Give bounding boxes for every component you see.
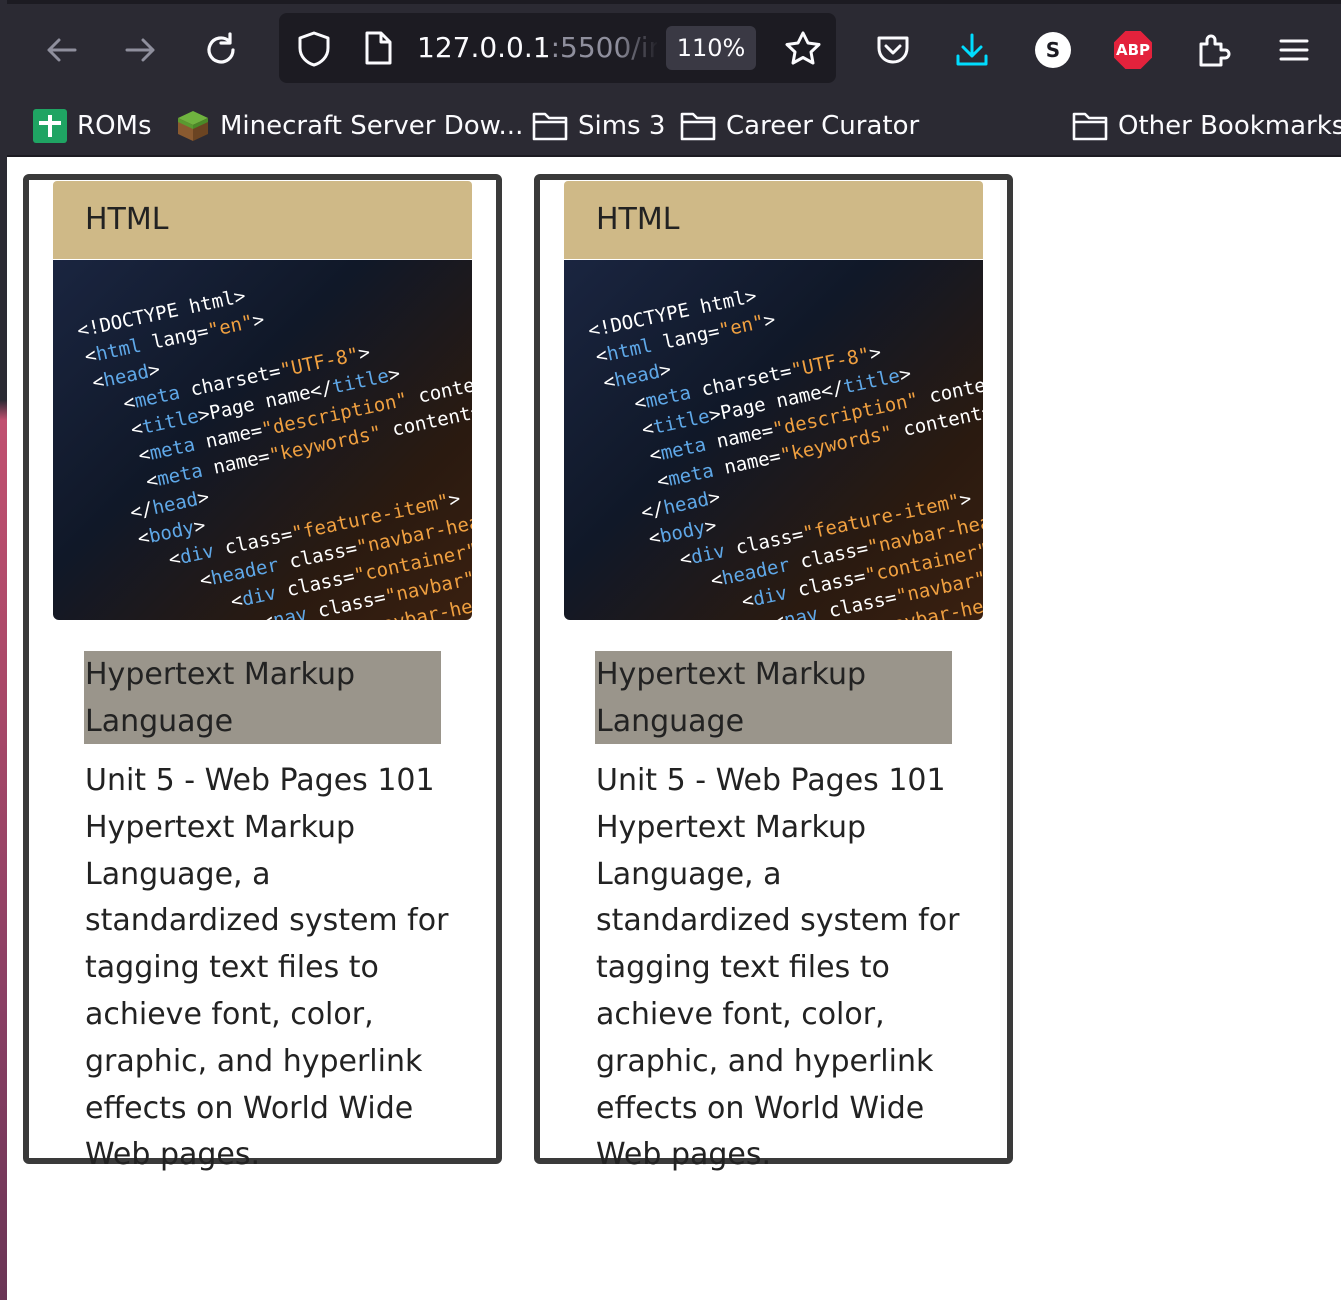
zoom-level-button[interactable]: 110%: [666, 26, 756, 70]
bookmark-label: Sims 3: [578, 111, 666, 141]
html-code-image: <!DOCTYPE html> <html lang="en"> <head> <me…: [53, 260, 472, 620]
bookmarks-toolbar: ROMs Minecraft Server Dow... Sims 3 Care…: [7, 98, 1341, 157]
code-lines: <!DOCTYPE html><html lang="en"><head><me…: [75, 285, 472, 620]
card-header-title: HTML: [596, 202, 680, 237]
back-arrow-icon: [47, 38, 77, 62]
bookmark-label: ROMs: [77, 111, 152, 141]
bookmark-folder-career-curator[interactable]: Career Curator: [680, 106, 919, 146]
card-description: Hypertext Markup Language, a standardize…: [85, 809, 449, 1173]
forward-button[interactable]: [117, 26, 165, 74]
bookmark-label: Minecraft Server Dow...: [220, 111, 524, 141]
bookmark-label: Career Curator: [726, 111, 920, 141]
card-subtitle: Hypertext Markup Language: [84, 651, 441, 744]
adblock-plus-button[interactable]: ABP: [1107, 24, 1159, 76]
green-plus-icon: [33, 109, 67, 143]
folder-icon: [1072, 110, 1108, 142]
html-card: HTML <!DOCTYPE html> <html lang="en"> <hea…: [23, 174, 502, 1172]
pocket-icon: [877, 36, 909, 64]
pocket-button[interactable]: [867, 24, 919, 76]
account-avatar: S: [1035, 32, 1071, 68]
folder-icon: [680, 110, 716, 142]
bookmark-folder-other-bookmarks[interactable]: Other Bookmarks: [1072, 106, 1341, 146]
bookmark-roms[interactable]: ROMs: [33, 106, 152, 146]
url-host: 127.0.0.1: [417, 31, 551, 64]
html-code-image: <!DOCTYPE html> <html lang="en"> <head> <me…: [564, 260, 983, 620]
card-header-title: HTML: [85, 202, 169, 237]
back-button[interactable]: [37, 26, 85, 74]
bookmark-label: Other Bookmarks: [1118, 111, 1341, 141]
menu-button[interactable]: [1268, 24, 1320, 76]
extensions-button[interactable]: [1188, 24, 1240, 76]
puzzle-piece-icon: [1199, 34, 1231, 67]
account-button[interactable]: S: [1027, 24, 1079, 76]
page-info-icon[interactable]: [363, 30, 393, 70]
bookmark-minecraft-server[interactable]: Minecraft Server Dow...: [176, 106, 523, 146]
bookmark-star-icon[interactable]: [784, 30, 822, 70]
card-header: HTML: [564, 181, 983, 259]
download-icon: [956, 33, 988, 66]
reload-icon: [207, 32, 235, 64]
code-snippet-picture: <!DOCTYPE html><html lang="en"><head><me…: [586, 285, 983, 620]
address-bar[interactable]: 127.0.0.1:5500/in 110%: [279, 13, 836, 83]
code-snippet-picture: <!DOCTYPE html><html lang="en"><head><me…: [75, 285, 472, 620]
card-header: HTML: [53, 181, 472, 259]
desktop-edge: [0, 0, 7, 1300]
code-lines: <!DOCTYPE html><html lang="en"><head><me…: [586, 285, 983, 620]
grass-block-icon: [176, 109, 210, 143]
card-description: Hypertext Markup Language, a standardize…: [596, 809, 960, 1173]
card-subtitle-text: Hypertext Markup Language: [596, 657, 866, 739]
card-body: Unit 5 - Web Pages 101 Hypertext Markup …: [596, 758, 966, 1179]
card-unit-line: Unit 5 - Web Pages 101: [85, 763, 435, 798]
card-unit-line: Unit 5 - Web Pages 101: [596, 763, 946, 798]
browser-toolbar: 127.0.0.1:5500/in 110% S ABP: [7, 0, 1341, 98]
folder-icon: [532, 110, 568, 142]
card-subtitle-text: Hypertext Markup Language: [85, 657, 355, 739]
hamburger-menu-icon: [1279, 39, 1309, 61]
bookmark-folder-sims-3[interactable]: Sims 3: [532, 106, 665, 146]
reload-button[interactable]: [197, 26, 245, 74]
forward-arrow-icon: [125, 38, 155, 62]
tracking-protection-shield-icon[interactable]: [297, 31, 331, 71]
card-subtitle: Hypertext Markup Language: [595, 651, 952, 744]
html-card: HTML <!DOCTYPE html> <html lang="en"> <hea…: [534, 174, 1013, 1172]
url-fade: [617, 29, 659, 67]
card-body: Unit 5 - Web Pages 101 Hypertext Markup …: [85, 758, 455, 1179]
adblock-plus-icon: ABP: [1114, 31, 1152, 69]
tab-strip-edge: [7, 0, 1341, 4]
downloads-button[interactable]: [946, 24, 998, 76]
